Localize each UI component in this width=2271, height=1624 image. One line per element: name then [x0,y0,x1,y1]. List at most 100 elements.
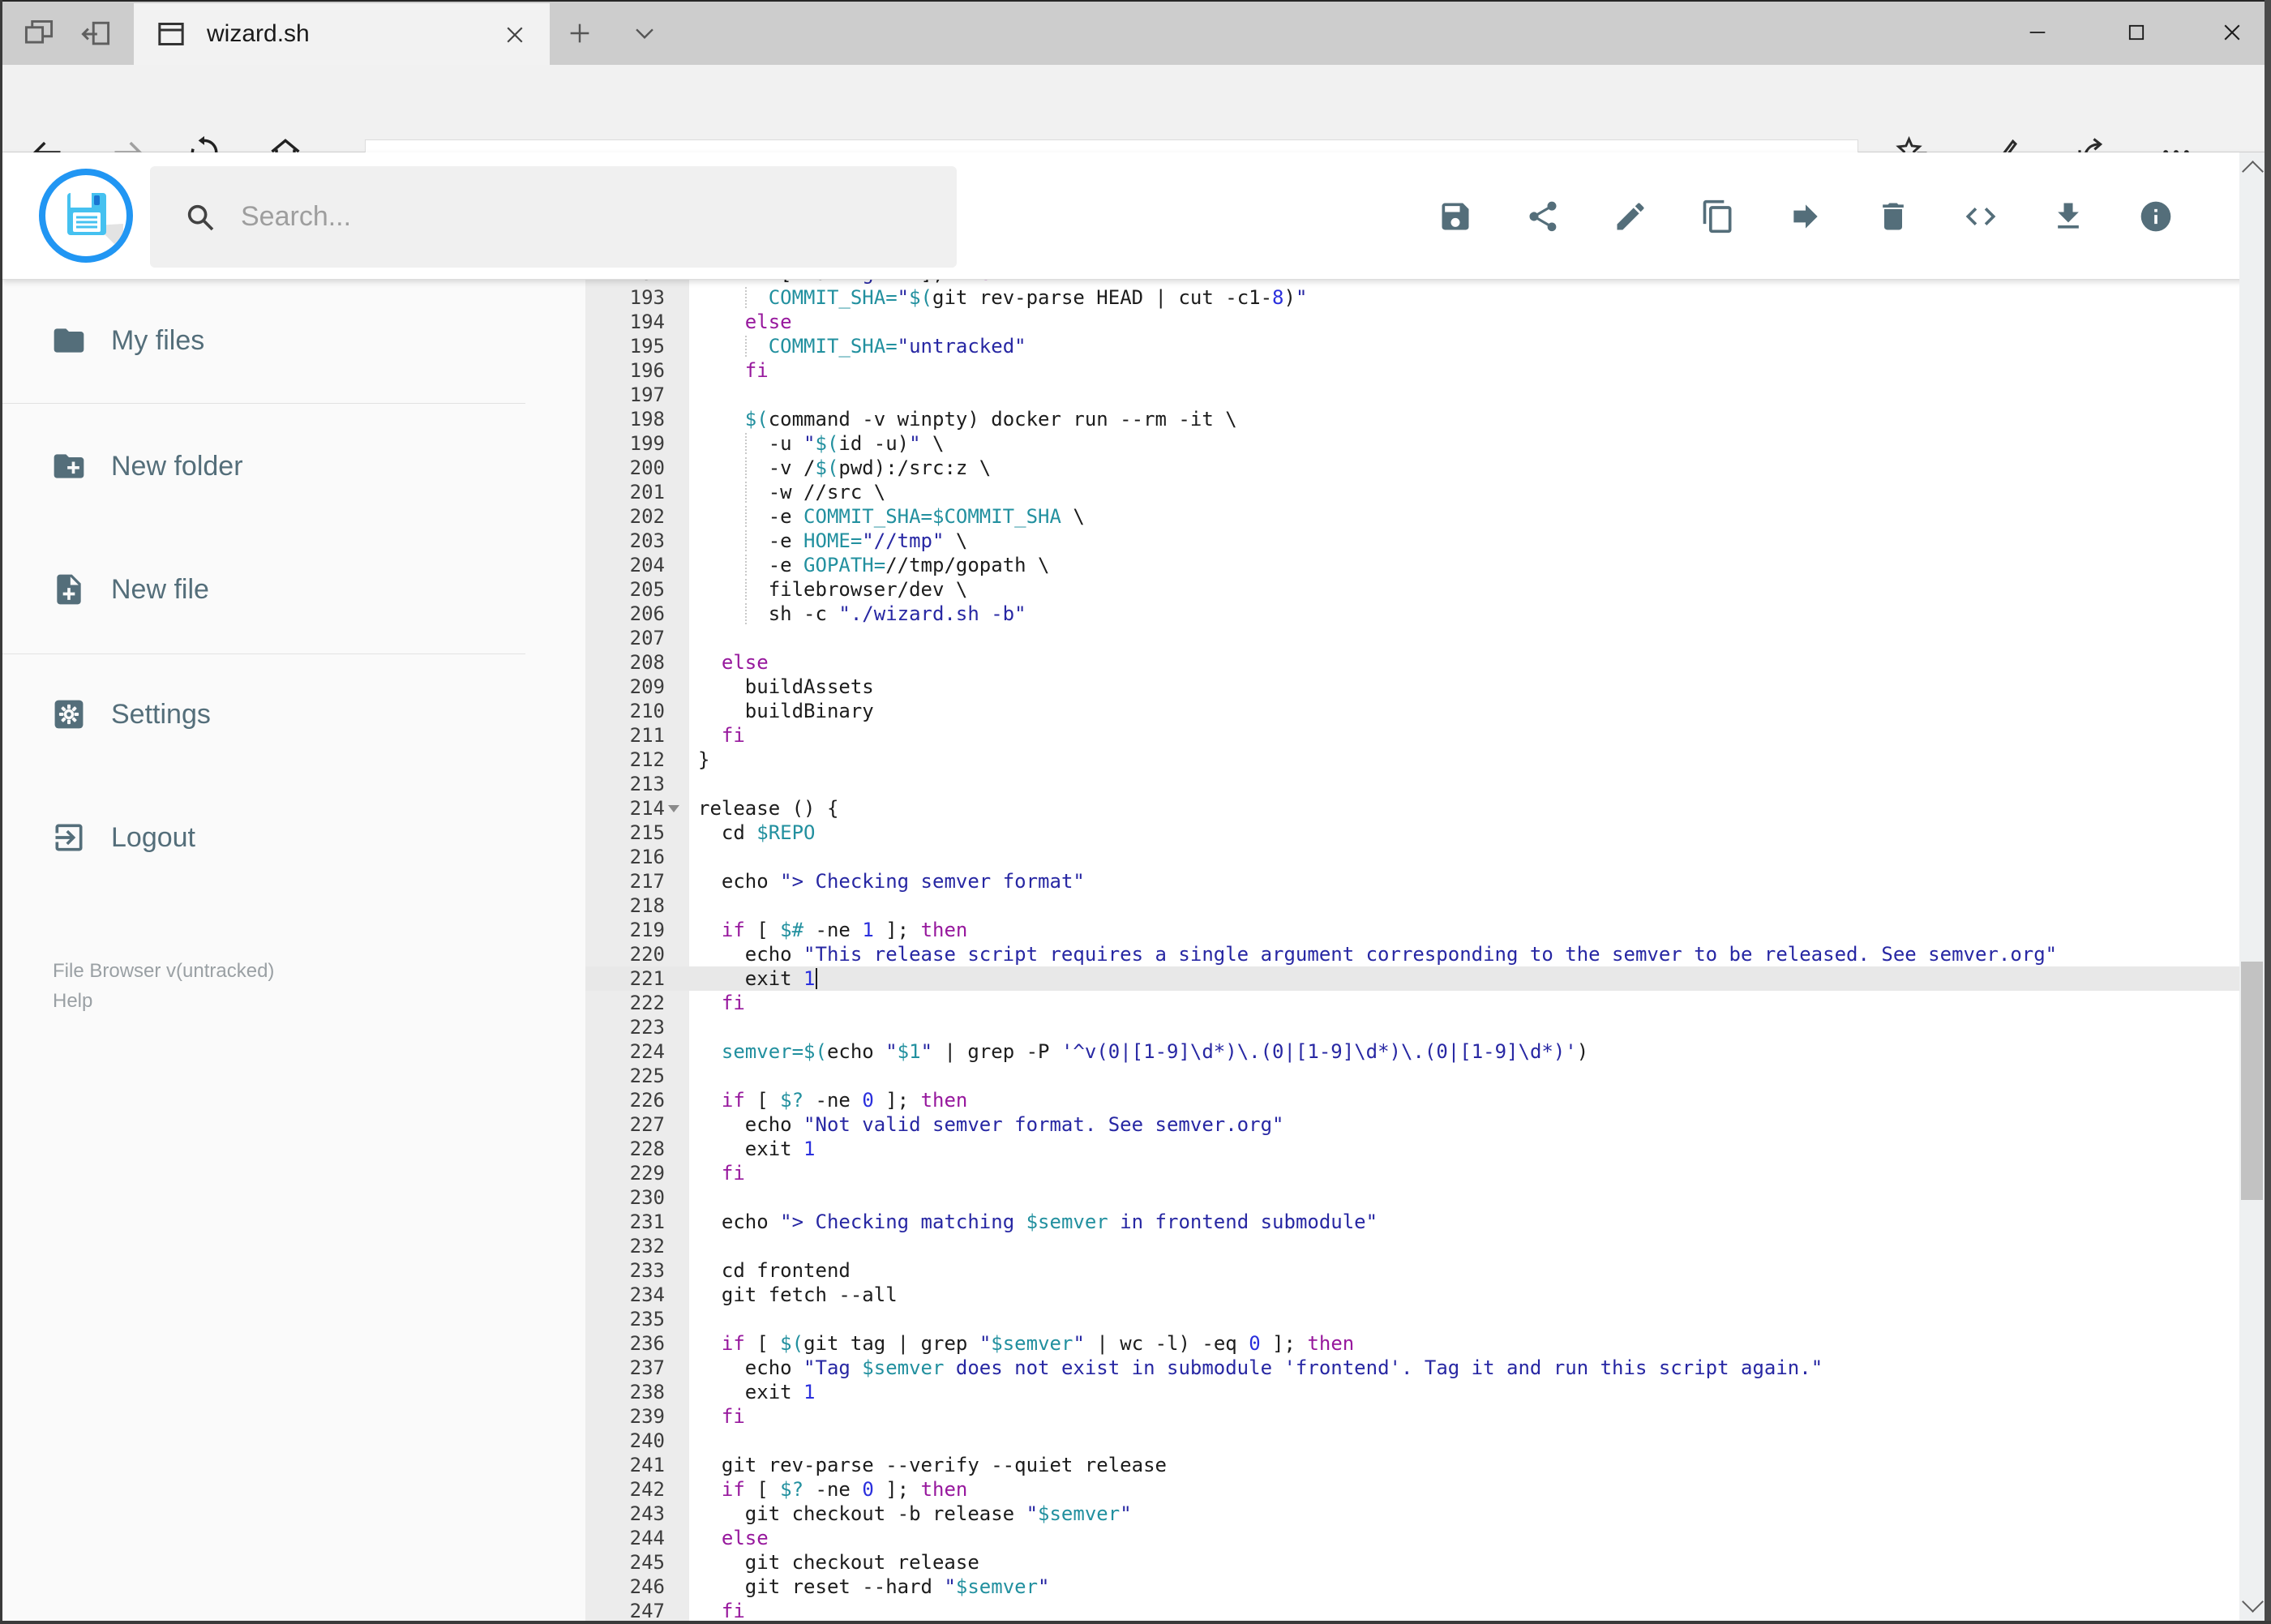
code-line-211[interactable]: 211 fi [585,723,2239,748]
line-number[interactable]: 204 [585,553,689,577]
line-number[interactable]: 215 [585,821,689,845]
edit-button[interactable] [1587,168,1674,265]
line-number[interactable]: 213 [585,772,689,796]
code-text[interactable]: else [689,650,769,675]
code-text[interactable]: -u "$(id -u)" \ [689,431,945,456]
code-line-227[interactable]: 227 echo "Not valid semver format. See s… [585,1112,2239,1137]
minimize-button[interactable] [2001,11,2074,54]
code-line-235[interactable]: 235 [585,1307,2239,1331]
code-text[interactable] [689,383,698,407]
code-text[interactable]: echo "> Checking semver format" [689,869,1085,893]
code-line-241[interactable]: 241 git rev-parse --verify --quiet relea… [585,1453,2239,1477]
line-number[interactable]: 192 [585,280,689,285]
code-line-214[interactable]: 214 release () { [585,796,2239,821]
page-scrollbar[interactable] [2239,152,2265,1621]
code-line-219[interactable]: 219 if [ $# -ne 1 ]; then [585,918,2239,942]
line-number[interactable]: 235 [585,1307,689,1331]
code-text[interactable]: fi [689,1599,745,1621]
download-button[interactable] [2025,168,2112,265]
code-line-221[interactable]: 221 exit 1 [585,966,2239,991]
code-line-240[interactable]: 240 [585,1429,2239,1453]
code-text[interactable] [689,1015,698,1039]
line-number[interactable]: 243 [585,1502,689,1526]
scrollbar-thumb[interactable] [2241,962,2263,1200]
line-number[interactable]: 216 [585,845,689,869]
code-line-245[interactable]: 245 git checkout release [585,1550,2239,1575]
line-number[interactable]: 200 [585,456,689,480]
line-number[interactable]: 241 [585,1453,689,1477]
save-button[interactable] [1412,168,1499,265]
fold-arrow-icon[interactable] [668,805,679,812]
line-number[interactable]: 242 [585,1477,689,1502]
code-text[interactable]: fi [689,1404,745,1429]
code-text[interactable]: echo "This release script requires a sin… [689,942,2057,966]
delete-button[interactable] [1849,168,1937,265]
line-number[interactable]: 195 [585,334,689,358]
move-button[interactable] [1762,168,1849,265]
code-line-220[interactable]: 220 echo "This release script requires a… [585,942,2239,966]
code-text[interactable]: -w //src \ [689,480,886,504]
line-number[interactable]: 207 [585,626,689,650]
code-line-215[interactable]: 215 cd $REPO [585,821,2239,845]
code-line-223[interactable]: 223 [585,1015,2239,1039]
code-text[interactable]: git rev-parse --verify --quiet release [689,1453,1167,1477]
code-line-242[interactable]: 242 if [ $? -ne 0 ]; then [585,1477,2239,1502]
code-line-231[interactable]: 231 echo "> Checking matching $semver in… [585,1210,2239,1234]
line-number[interactable]: 218 [585,893,689,918]
code-line-209[interactable]: 209 buildAssets [585,675,2239,699]
line-number[interactable]: 223 [585,1015,689,1039]
code-line-208[interactable]: 208 else [585,650,2239,675]
code-text[interactable] [689,1185,698,1210]
line-number[interactable]: 206 [585,602,689,626]
line-number[interactable]: 244 [585,1526,689,1550]
line-number[interactable]: 238 [585,1380,689,1404]
code-text[interactable]: sh -c "./wizard.sh -b" [689,602,1026,626]
line-number[interactable]: 196 [585,358,689,383]
sidebar-item-new-folder[interactable]: New folder [2,430,554,503]
browser-tab[interactable]: wizard.sh [134,3,550,65]
code-text[interactable]: if [ $? -ne 0 ]; then [689,1088,967,1112]
maximize-button[interactable] [2100,11,2173,54]
line-number[interactable]: 217 [585,869,689,893]
line-number[interactable]: 221 [585,966,689,991]
line-number[interactable]: 209 [585,675,689,699]
code-text[interactable]: fi [689,358,769,383]
code-text[interactable]: $(command -v winpty) docker run --rm -it… [689,407,1237,431]
line-number[interactable]: 225 [585,1064,689,1088]
code-line-243[interactable]: 243 git checkout -b release "$semver" [585,1502,2239,1526]
sidebar-item-my-files[interactable]: My files [2,304,554,377]
code-line-202[interactable]: 202 -e COMMIT_SHA=$COMMIT_SHA \ [585,504,2239,529]
code-text[interactable] [689,1307,698,1331]
code-line-234[interactable]: 234 git fetch --all [585,1283,2239,1307]
scroll-down-arrow-icon[interactable] [2242,1591,2264,1613]
line-number[interactable]: 234 [585,1283,689,1307]
search-input[interactable] [239,200,891,234]
code-text[interactable]: git checkout -b release "$semver" [689,1502,1132,1526]
code-line-246[interactable]: 246 git reset --hard "$semver" [585,1575,2239,1599]
code-editor[interactable]: 192 if [ -d ".git" ]; then193 COMMIT_SHA… [585,280,2239,1621]
line-number[interactable]: 224 [585,1039,689,1064]
code-text[interactable]: -e HOME="//tmp" \ [689,529,968,553]
code-line-239[interactable]: 239 fi [585,1404,2239,1429]
code-line-218[interactable]: 218 [585,893,2239,918]
line-number[interactable]: 246 [585,1575,689,1599]
code-line-198[interactable]: 198 $(command -v winpty) docker run --rm… [585,407,2239,431]
line-number[interactable]: 211 [585,723,689,748]
code-text[interactable]: fi [689,723,745,748]
code-line-207[interactable]: 207 [585,626,2239,650]
code-line-196[interactable]: 196 fi [585,358,2239,383]
line-number[interactable]: 212 [585,748,689,772]
search-bar[interactable] [150,166,957,268]
code-text[interactable] [689,893,698,918]
code-text[interactable]: COMMIT_SHA="untracked" [689,334,1026,358]
code-text[interactable] [689,1429,698,1453]
code-text[interactable]: else [689,310,792,334]
sidebar-item-logout[interactable]: Logout [2,801,554,874]
code-line-203[interactable]: 203 -e HOME="//tmp" \ [585,529,2239,553]
code-line-193[interactable]: 193 COMMIT_SHA="$(git rev-parse HEAD | c… [585,285,2239,310]
code-text[interactable] [689,772,698,796]
tab-dropdown-chevron-icon[interactable] [631,23,658,45]
line-number[interactable]: 193 [585,285,689,310]
code-line-247[interactable]: 247 fi [585,1599,2239,1621]
code-text[interactable]: fi [689,991,745,1015]
